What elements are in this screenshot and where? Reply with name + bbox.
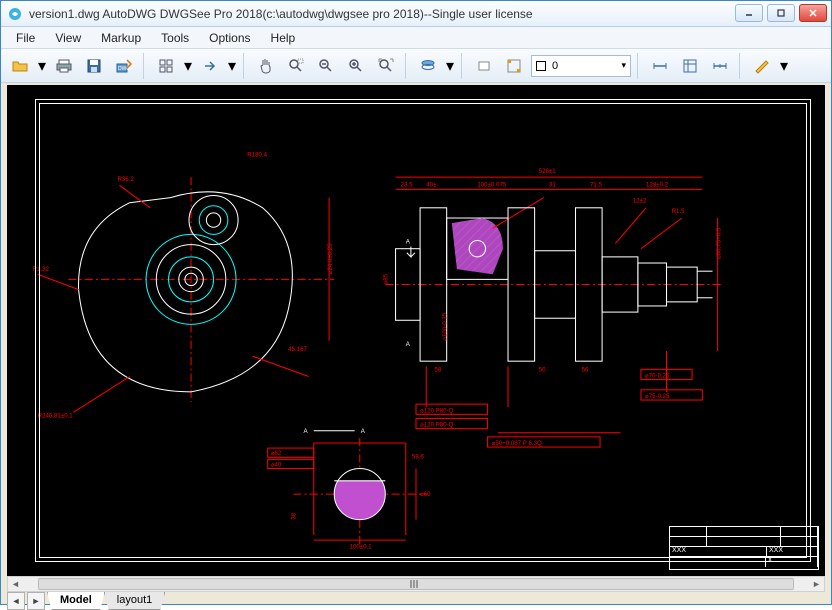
snap-button[interactable] <box>501 53 527 79</box>
title-block: XXX XXX X <box>669 526 819 570</box>
tab-prev-button[interactable]: ◄ <box>7 592 25 610</box>
print-button[interactable] <box>51 53 77 79</box>
titlebar: version1.dwg AutoDWG DWGSee Pro 2018(c:\… <box>1 1 831 27</box>
canvas-area: R1.32 R36.2 45.167 R246.81±0.1 R180.4 ⌀2… <box>1 83 831 604</box>
menu-tools[interactable]: Tools <box>152 29 198 47</box>
measure-total-button[interactable] <box>707 53 733 79</box>
forward-button[interactable] <box>197 53 223 79</box>
zoom-extents-button[interactable] <box>373 53 399 79</box>
tab-layout1[interactable]: layout1 <box>104 592 165 610</box>
menu-view[interactable]: View <box>46 29 90 47</box>
scroll-thumb[interactable] <box>38 578 794 590</box>
scroll-left-button[interactable]: ◄ <box>8 577 23 591</box>
window-title: version1.dwg AutoDWG DWGSee Pro 2018(c:\… <box>29 7 735 21</box>
close-button[interactable] <box>799 4 827 22</box>
menu-markup[interactable]: Markup <box>92 29 150 47</box>
measure-distance-button[interactable] <box>647 53 673 79</box>
save-button[interactable] <box>81 53 107 79</box>
drawing-canvas[interactable]: R1.32 R36.2 45.167 R246.81±0.1 R180.4 ⌀2… <box>7 85 825 576</box>
pan-button[interactable] <box>253 53 279 79</box>
titleblock-field-2: XXX <box>767 547 818 556</box>
titleblock-field-3: X <box>766 557 818 567</box>
markup-dropdown[interactable]: ▾ <box>779 56 789 76</box>
markup-button[interactable] <box>749 53 775 79</box>
zoom-window-button[interactable] <box>283 53 309 79</box>
zoom-out-button[interactable] <box>313 53 339 79</box>
measure-area-button[interactable] <box>677 53 703 79</box>
minimize-button[interactable] <box>735 4 763 22</box>
menu-file[interactable]: File <box>7 29 44 47</box>
layer-combo[interactable]: 0 ▾ <box>531 55 631 77</box>
forward-dropdown[interactable]: ▾ <box>227 56 237 76</box>
menu-options[interactable]: Options <box>200 29 259 47</box>
chevron-down-icon: ▾ <box>621 60 626 71</box>
layer-combo-value: 0 <box>546 60 621 72</box>
titleblock-field-1: XXX <box>670 547 767 556</box>
toolbar: ▾ DWG ▾ ▾ ▾ 0 ▾ ▾ <box>1 49 831 83</box>
scroll-right-button[interactable]: ► <box>809 577 824 591</box>
open-dropdown[interactable]: ▾ <box>37 56 47 76</box>
tab-model[interactable]: Model <box>47 592 105 610</box>
layer-color-swatch <box>536 61 546 71</box>
view-dropdown[interactable]: ▾ <box>183 56 193 76</box>
layers-dropdown[interactable]: ▾ <box>445 56 455 76</box>
menubar: File View Markup Tools Options Help <box>1 27 831 49</box>
zoom-in-button[interactable] <box>343 53 369 79</box>
app-window: version1.dwg AutoDWG DWGSee Pro 2018(c:\… <box>0 0 832 605</box>
layers-button[interactable] <box>415 53 441 79</box>
layout-tabs: ◄ ► Model layout1 <box>7 590 825 610</box>
export-dwg-button[interactable]: DWG <box>111 53 137 79</box>
app-icon <box>7 6 23 22</box>
tab-next-button[interactable]: ► <box>27 592 45 610</box>
menu-help[interactable]: Help <box>262 29 305 47</box>
rectangle-button[interactable] <box>471 53 497 79</box>
open-button[interactable] <box>7 53 33 79</box>
drawing-frame-inner <box>39 103 807 558</box>
thumbnail-view-button[interactable] <box>153 53 179 79</box>
maximize-button[interactable] <box>767 4 795 22</box>
